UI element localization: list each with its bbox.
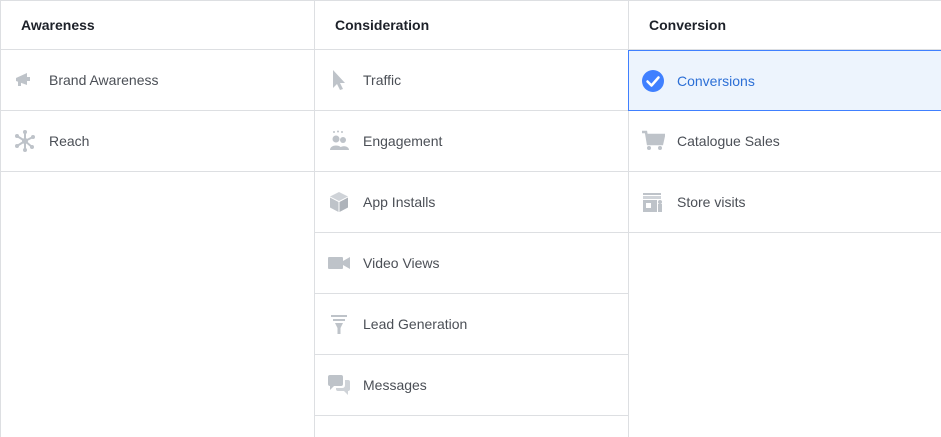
funnel-icon bbox=[327, 312, 351, 336]
objective-catalogue-sales[interactable]: Catalogue Sales bbox=[629, 111, 941, 172]
column-header-conversion: Conversion bbox=[629, 0, 941, 50]
objective-label: Traffic bbox=[363, 72, 402, 88]
column-awareness: Awareness Brand Awareness Reach bbox=[0, 0, 314, 437]
store-icon bbox=[641, 190, 665, 214]
objective-traffic[interactable]: Traffic bbox=[315, 50, 628, 111]
objective-app-installs[interactable]: App Installs bbox=[315, 172, 628, 233]
chat-bubbles-icon bbox=[327, 373, 351, 397]
objective-engagement[interactable]: Engagement bbox=[315, 111, 628, 172]
people-icon bbox=[327, 129, 351, 153]
column-conversion: Conversion Conversions Catalogue Sales S… bbox=[628, 0, 941, 437]
column-consideration: Consideration Traffic Engagement App Ins… bbox=[314, 0, 628, 437]
objective-label: Reach bbox=[49, 133, 90, 149]
objective-label: Video Views bbox=[363, 255, 440, 271]
cursor-icon bbox=[327, 68, 351, 92]
objective-label: Lead Generation bbox=[363, 316, 468, 332]
objective-label: Engagement bbox=[363, 133, 443, 149]
objective-brand-awareness[interactable]: Brand Awareness bbox=[1, 50, 314, 111]
column-header-consideration: Consideration bbox=[315, 0, 628, 50]
objective-lead-generation[interactable]: Lead Generation bbox=[315, 294, 628, 355]
box-icon bbox=[327, 190, 351, 214]
objective-label: Conversions bbox=[677, 72, 755, 89]
objective-store-visits[interactable]: Store visits bbox=[629, 172, 941, 233]
shopping-cart-icon bbox=[641, 129, 665, 153]
objective-label: Store visits bbox=[677, 194, 746, 210]
reach-icon bbox=[13, 129, 37, 153]
objective-label: App Installs bbox=[363, 194, 436, 210]
objective-reach[interactable]: Reach bbox=[1, 111, 314, 172]
objective-label: Brand Awareness bbox=[49, 72, 159, 88]
objective-messages[interactable]: Messages bbox=[315, 355, 628, 416]
video-camera-icon bbox=[327, 251, 351, 275]
column-header-awareness: Awareness bbox=[1, 0, 314, 50]
objective-label: Messages bbox=[363, 377, 427, 393]
checkmark-circle-icon bbox=[641, 69, 665, 93]
objective-label: Catalogue Sales bbox=[677, 133, 780, 149]
megaphone-icon bbox=[13, 68, 37, 92]
objective-conversions[interactable]: Conversions bbox=[628, 50, 941, 111]
objective-grid: Awareness Brand Awareness Reach Consider… bbox=[0, 0, 941, 437]
objective-video-views[interactable]: Video Views bbox=[315, 233, 628, 294]
